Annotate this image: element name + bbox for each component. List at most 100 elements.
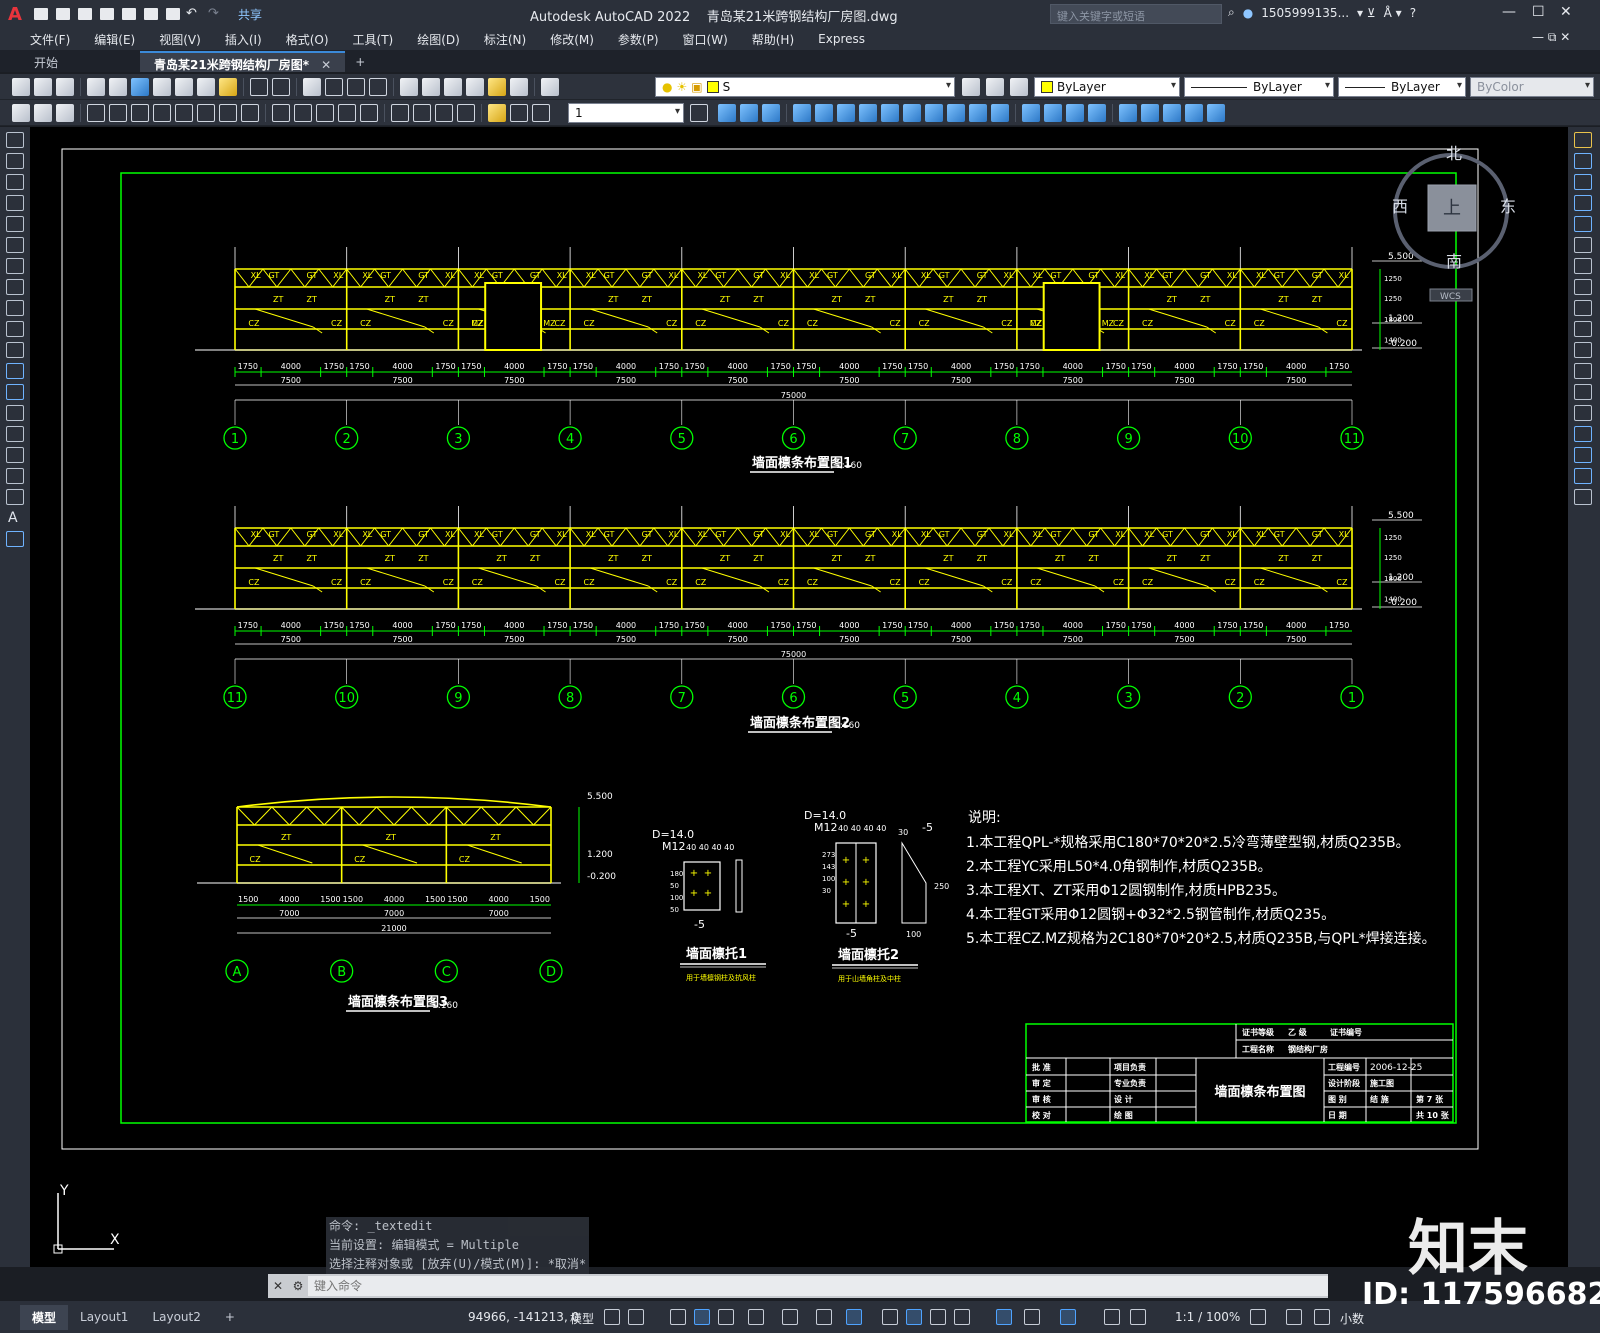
selection-cycling-icon[interactable] <box>930 1309 946 1325</box>
line-icon[interactable] <box>6 132 24 148</box>
rectangle-icon[interactable] <box>6 216 24 232</box>
properties-icon[interactable] <box>400 77 418 96</box>
zoom-previous-icon[interactable] <box>369 77 387 96</box>
trim-icon[interactable] <box>925 104 943 122</box>
rotate-side-icon[interactable] <box>1574 258 1592 274</box>
open-file-icon[interactable] <box>54 6 72 22</box>
text-front-icon[interactable] <box>1207 104 1225 122</box>
linetype-dropdown[interactable]: ByLayer ▾ <box>1184 77 1334 97</box>
blend-icon[interactable] <box>1574 468 1592 484</box>
dim-ordinate-icon[interactable] <box>153 103 171 122</box>
dim-diameter-icon[interactable] <box>219 103 237 122</box>
object-track-icon[interactable] <box>782 1309 798 1325</box>
redo-tb-icon[interactable] <box>272 77 290 96</box>
dimstyle-dropdown[interactable]: 1 ▾ <box>568 103 684 123</box>
array-icon[interactable] <box>815 104 833 122</box>
polyline-icon[interactable] <box>6 174 24 190</box>
add-layout-icon[interactable]: + <box>213 1306 247 1328</box>
make-block-icon[interactable] <box>6 384 24 400</box>
save-as-icon[interactable] <box>98 6 116 22</box>
auto-scale-icon[interactable] <box>1104 1309 1120 1325</box>
menu-tools[interactable]: 工具(T) <box>341 31 406 48</box>
menu-modify[interactable]: 修改(M) <box>538 31 606 48</box>
inspect-icon[interactable] <box>435 103 453 122</box>
tab-layout2[interactable]: Layout2 <box>140 1306 212 1328</box>
annotation-monitor-icon[interactable] <box>1286 1309 1302 1325</box>
infer-constraints-icon[interactable] <box>670 1309 686 1325</box>
close-icon[interactable]: ✕ <box>1560 4 1572 20</box>
undo-icon[interactable]: ↶ <box>186 6 204 22</box>
polar-icon[interactable] <box>718 1309 734 1325</box>
scale-side-icon[interactable] <box>1574 279 1592 295</box>
break-icon[interactable] <box>969 104 987 122</box>
point-icon[interactable] <box>6 405 24 421</box>
center-mark-icon[interactable] <box>413 103 431 122</box>
menu-view[interactable]: 视图(V) <box>147 31 213 48</box>
plot-tb-icon[interactable] <box>87 77 105 96</box>
menu-format[interactable]: 格式(O) <box>274 31 341 48</box>
mirror-icon[interactable] <box>762 104 780 122</box>
move-icon[interactable] <box>837 104 855 122</box>
dim-continue-icon[interactable] <box>316 103 334 122</box>
break-point-icon[interactable] <box>1574 363 1592 379</box>
arc-icon[interactable] <box>6 237 24 253</box>
layer-previous-icon[interactable] <box>986 78 1004 96</box>
dimstyle-manager-icon[interactable] <box>690 104 708 122</box>
color-dropdown[interactable]: ByLayer ▾ <box>1034 77 1180 97</box>
extend-icon[interactable] <box>947 104 965 122</box>
new-tab-icon[interactable]: + <box>345 52 375 72</box>
dim-tedit-icon[interactable] <box>510 103 528 122</box>
dim-radius-icon[interactable] <box>175 103 193 122</box>
scale-icon[interactable] <box>881 104 899 122</box>
revcloud-icon[interactable] <box>6 279 24 295</box>
region-icon[interactable] <box>6 468 24 484</box>
add-selected-icon[interactable] <box>6 531 24 547</box>
pan-icon[interactable] <box>303 77 321 96</box>
tolerance-icon[interactable] <box>391 103 409 122</box>
join-side-icon[interactable] <box>1574 405 1592 421</box>
polygon-icon[interactable] <box>6 195 24 211</box>
menu-file[interactable]: 文件(F) <box>18 31 82 48</box>
spline-icon[interactable] <box>6 300 24 316</box>
dim-arc-icon[interactable] <box>131 103 149 122</box>
circle-icon[interactable] <box>6 258 24 274</box>
save-tb-icon[interactable] <box>56 77 74 96</box>
match-prop-icon[interactable] <box>219 77 237 96</box>
user-name[interactable]: 1505999135... <box>1261 6 1349 20</box>
selection-filter-icon[interactable] <box>996 1309 1012 1325</box>
units-label[interactable]: 小数 <box>1340 1310 1364 1327</box>
command-input[interactable] <box>308 1276 1328 1296</box>
trim-side-icon[interactable] <box>1574 321 1592 337</box>
gizmo-icon[interactable] <box>1024 1309 1040 1325</box>
mirror-side-icon[interactable] <box>1574 174 1592 190</box>
rotate-icon[interactable] <box>859 104 877 122</box>
plot-icon[interactable] <box>164 6 182 22</box>
menu-draw[interactable]: 绘图(D) <box>405 31 472 48</box>
doc-window-controls[interactable]: — ⧉ ✕ <box>1532 30 1570 45</box>
dim-update-icon[interactable] <box>532 103 550 122</box>
dynamic-ucs-icon[interactable] <box>954 1309 970 1325</box>
insert-block-icon[interactable] <box>6 363 24 379</box>
search-input[interactable]: 键入关键字或短语 <box>1050 4 1222 24</box>
extend-side-icon[interactable] <box>1574 342 1592 358</box>
stretch-side-icon[interactable] <box>1574 300 1592 316</box>
units-icon[interactable] <box>1314 1309 1330 1325</box>
stretch-icon[interactable] <box>903 104 921 122</box>
redo-icon[interactable]: ↷ <box>208 6 226 22</box>
table-icon[interactable] <box>34 103 52 122</box>
join-icon[interactable] <box>991 104 1009 122</box>
ellipse-arc-icon[interactable] <box>6 342 24 358</box>
grid-icon[interactable] <box>604 1309 620 1325</box>
menu-parametric[interactable]: 参数(P) <box>606 31 671 48</box>
dim-linear-icon[interactable] <box>87 103 105 122</box>
search-icon[interactable]: ⌕ <box>1228 5 1235 20</box>
chamfer-icon[interactable] <box>1022 104 1040 122</box>
dim-space-icon[interactable] <box>338 103 356 122</box>
close-tab-icon[interactable]: ✕ <box>321 58 331 72</box>
pedit-icon[interactable] <box>1088 104 1106 122</box>
open-web-icon[interactable] <box>120 6 138 22</box>
construction-line-icon[interactable] <box>6 153 24 169</box>
close-icon[interactable]: ✕ <box>268 1279 288 1293</box>
jogged-linear-icon[interactable] <box>457 103 475 122</box>
osnap-icon[interactable] <box>816 1309 832 1325</box>
